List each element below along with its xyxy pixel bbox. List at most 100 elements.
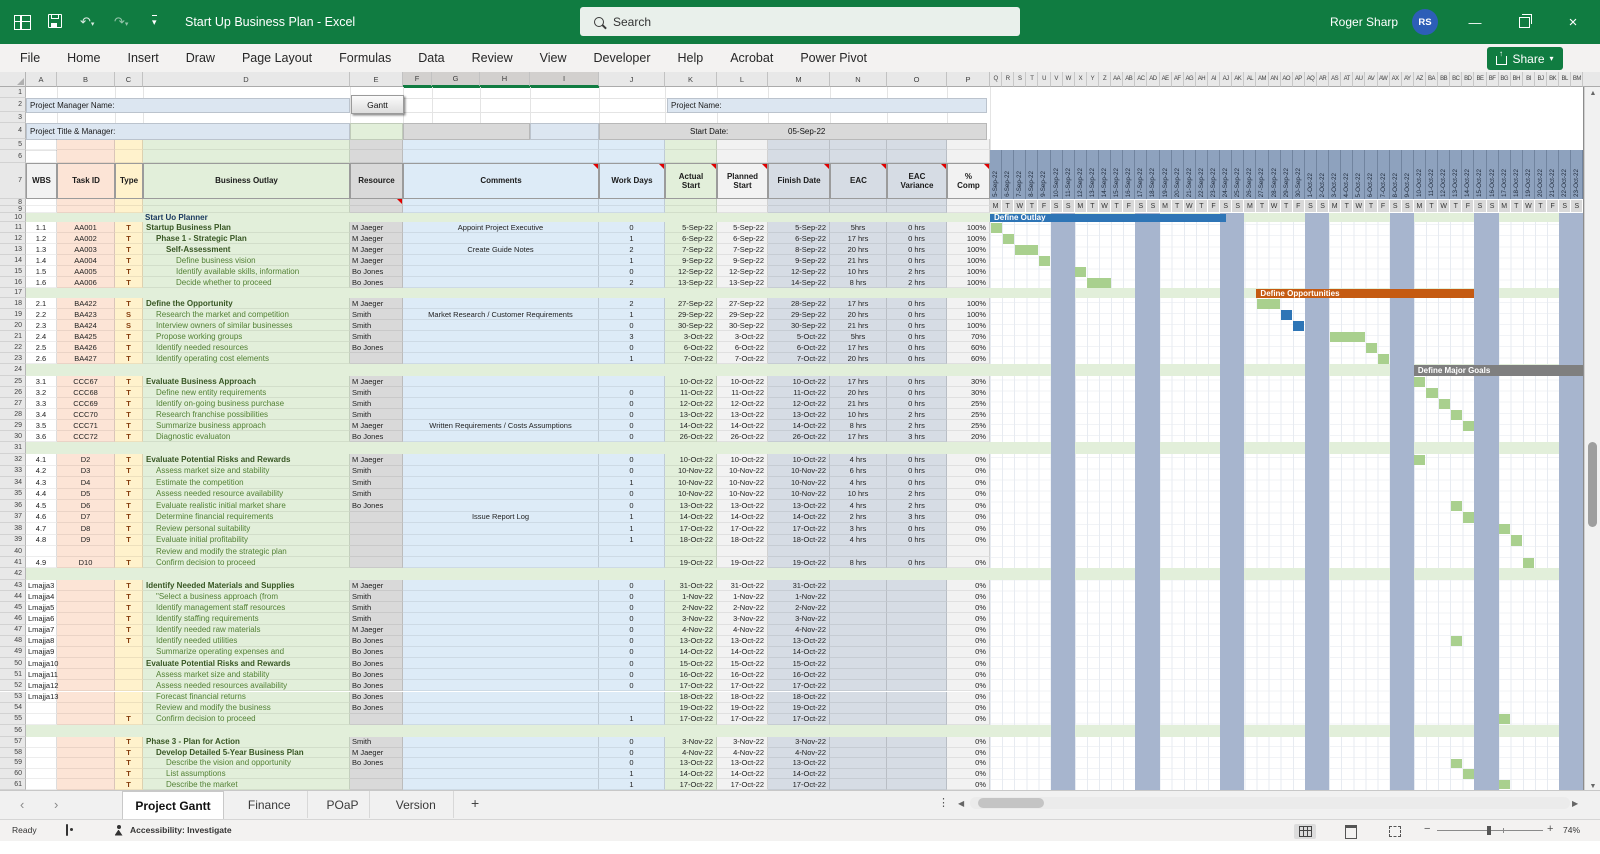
cell-fd-8[interactable] xyxy=(768,199,830,206)
cell-ol-46[interactable]: Identify staffing requirements xyxy=(143,613,350,625)
cell-as-20[interactable]: 30-Sep-22 xyxy=(665,320,717,331)
tab-options-icon[interactable]: ⋮ xyxy=(938,796,949,809)
cell-wd-27[interactable]: 0 xyxy=(599,398,665,409)
column-header-X[interactable]: X xyxy=(1074,72,1087,87)
column-header-BL[interactable]: BL xyxy=(1559,72,1572,87)
cell-cm-11[interactable]: Appoint Project Executive xyxy=(403,222,599,233)
row-number-17[interactable]: 17 xyxy=(0,288,26,298)
cell-rs-28[interactable]: Smith xyxy=(350,409,403,420)
cell-as-23[interactable]: 7-Oct-22 xyxy=(665,353,717,364)
ribbon-tab-file[interactable]: File xyxy=(20,51,40,65)
header-fd[interactable]: Finish Date xyxy=(768,163,830,199)
cell-fd-45[interactable]: 2-Nov-22 xyxy=(768,602,830,614)
column-header-AW[interactable]: AW xyxy=(1377,72,1390,87)
cell-id-35[interactable]: D5 xyxy=(57,488,115,500)
cell-pc-23[interactable]: 60% xyxy=(947,353,990,364)
maximize-button[interactable] xyxy=(1504,0,1544,44)
cell-ol-50[interactable]: Evaluate Potential Risks and Rewards xyxy=(143,658,350,670)
zoom-level[interactable]: 74% xyxy=(1563,825,1580,835)
column-header-AE[interactable]: AE xyxy=(1159,72,1172,87)
cell-ol-13[interactable]: Self-Assessment xyxy=(143,244,350,255)
cell-cm-28[interactable] xyxy=(403,409,599,420)
cell-ol-36[interactable]: Evaluate realistic initial market share xyxy=(143,500,350,512)
cell-w-12[interactable]: 1.2 xyxy=(26,233,57,244)
column-header-T[interactable]: T xyxy=(1026,72,1039,87)
cell-rs-5[interactable] xyxy=(350,139,403,150)
cell-ty-36[interactable]: T xyxy=(115,500,143,512)
cell-id-58[interactable] xyxy=(57,747,115,759)
cell-fd-5[interactable] xyxy=(768,139,830,150)
share-button[interactable]: Share ▾ xyxy=(1487,47,1563,70)
cell-ps-45[interactable]: 2-Nov-22 xyxy=(717,602,768,614)
ribbon-tab-page-layout[interactable]: Page Layout xyxy=(242,51,312,65)
cell-rs-18[interactable]: M Jaeger xyxy=(350,298,403,309)
cell-wd-54[interactable] xyxy=(599,702,665,714)
cell-w-22[interactable]: 2.5 xyxy=(26,342,57,353)
cell-ty-32[interactable]: T xyxy=(115,454,143,466)
cell-ps-36[interactable]: 13-Oct-22 xyxy=(717,500,768,512)
cell-fd-32[interactable]: 10-Oct-22 xyxy=(768,454,830,466)
title-gray-cell-1[interactable] xyxy=(403,123,530,140)
row-number-37[interactable]: 37 xyxy=(0,511,26,523)
cell-ol-55[interactable]: Confirm decision to proceed xyxy=(143,713,350,725)
header-ea[interactable]: EAC xyxy=(830,163,887,199)
cell-cm-55[interactable] xyxy=(403,713,599,725)
cell-ty-30[interactable]: T xyxy=(115,431,143,442)
cell-id-29[interactable]: CCC71 xyxy=(57,420,115,431)
cell-ea-39[interactable]: 4 hrs xyxy=(830,534,887,546)
cell-rs-43[interactable]: M Jaeger xyxy=(350,580,403,592)
cell-pc-13[interactable]: 100% xyxy=(947,244,990,255)
cell-ea-9[interactable] xyxy=(830,206,887,213)
cell-cm-9[interactable] xyxy=(403,206,599,213)
cell-ev-12[interactable]: 0 hrs xyxy=(887,233,947,244)
cell-cm-40[interactable] xyxy=(403,546,599,557)
cell-as-28[interactable]: 13-Oct-22 xyxy=(665,409,717,420)
cell-as-14[interactable]: 9-Sep-22 xyxy=(665,255,717,266)
cell-w-20[interactable]: 2.3 xyxy=(26,320,57,331)
column-header-AR[interactable]: AR xyxy=(1316,72,1330,87)
cell-pc-55[interactable]: 0% xyxy=(947,713,990,725)
header-ps[interactable]: Planned Start xyxy=(717,163,768,199)
cell-w-27[interactable]: 3.3 xyxy=(26,398,57,409)
cell-ea-45[interactable] xyxy=(830,602,887,614)
cell-ol-35[interactable]: Assess needed resource availability xyxy=(143,488,350,500)
cell-rs-51[interactable]: Bo Jones xyxy=(350,669,403,681)
cell-as-9[interactable] xyxy=(665,206,717,213)
cell-fd-50[interactable]: 15-Oct-22 xyxy=(768,658,830,670)
cell-fd-58[interactable]: 4-Nov-22 xyxy=(768,747,830,759)
cell-rs-32[interactable]: M Jaeger xyxy=(350,454,403,466)
cell-rs-37[interactable] xyxy=(350,511,403,523)
cell-ea-6[interactable] xyxy=(830,150,887,163)
cell-cm-47[interactable] xyxy=(403,624,599,636)
cell-ps-21[interactable]: 3-Oct-22 xyxy=(717,331,768,342)
column-header-AS[interactable]: AS xyxy=(1329,72,1342,87)
cell-cm-37[interactable]: Issue Report Log xyxy=(403,511,599,523)
cell-ol-34[interactable]: Estimate the competition xyxy=(143,477,350,489)
cell-cm-46[interactable] xyxy=(403,613,599,625)
cell-rs-21[interactable]: Smith xyxy=(350,331,403,342)
cell-ol-9[interactable] xyxy=(143,206,350,213)
cell-rs-38[interactable] xyxy=(350,523,403,535)
cell-pc-40[interactable] xyxy=(947,546,990,557)
cell-as-25[interactable]: 10-Oct-22 xyxy=(665,376,717,387)
cell-wd-59[interactable]: 0 xyxy=(599,758,665,769)
gantt-task-bar[interactable] xyxy=(1087,277,1111,288)
column-header-AB[interactable]: AB xyxy=(1123,72,1136,87)
cell-as-52[interactable]: 17-Oct-22 xyxy=(665,680,717,692)
row-number-34[interactable]: 34 xyxy=(0,477,26,489)
cell-ty-43[interactable]: T xyxy=(115,580,143,592)
cell-ev-8[interactable] xyxy=(887,199,947,206)
cell-rs-41[interactable] xyxy=(350,557,403,568)
gantt-task-bar[interactable] xyxy=(1281,309,1293,320)
cell-ea-52[interactable] xyxy=(830,680,887,692)
cell-as-27[interactable]: 12-Oct-22 xyxy=(665,398,717,409)
cell-w-28[interactable]: 3.4 xyxy=(26,409,57,420)
cell-ev-57[interactable] xyxy=(887,736,947,748)
gantt-bar-define-opportunities[interactable]: Define Opportunities xyxy=(1256,288,1475,298)
cell-w-23[interactable]: 2.6 xyxy=(26,353,57,364)
cell-cm-41[interactable] xyxy=(403,557,599,568)
cell-ps-40[interactable] xyxy=(717,546,768,557)
row-number-45[interactable]: 45 xyxy=(0,602,26,614)
cell-ea-28[interactable]: 10 hrs xyxy=(830,409,887,420)
cell-id-49[interactable] xyxy=(57,646,115,659)
